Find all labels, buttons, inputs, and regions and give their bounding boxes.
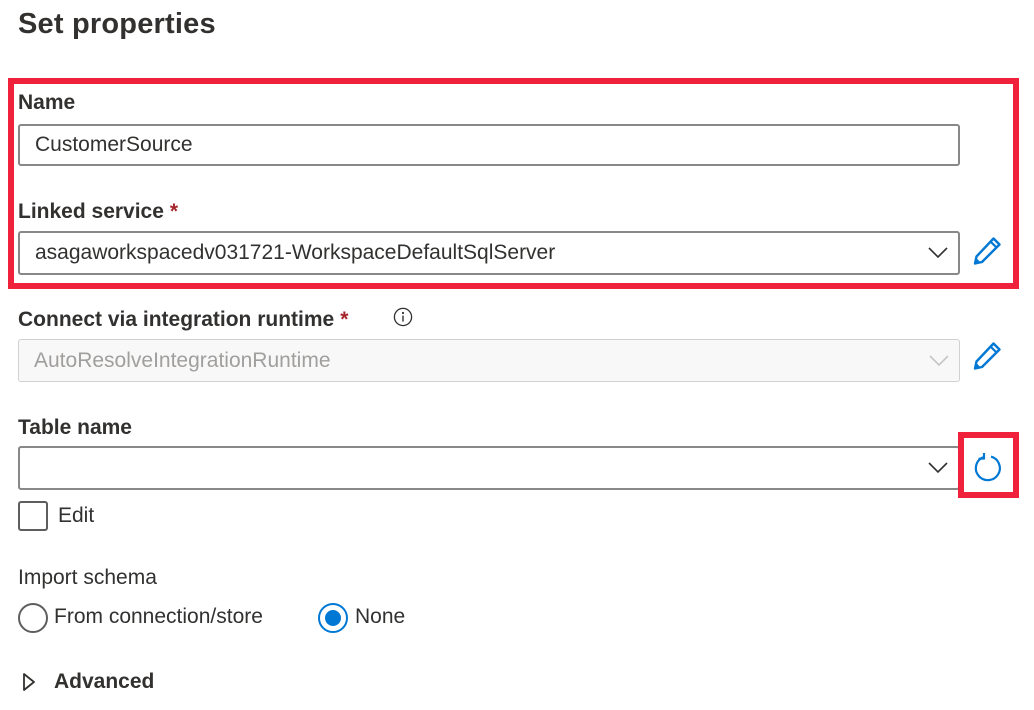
refresh-icon bbox=[974, 453, 1001, 482]
linked-service-label: Linked service * bbox=[18, 200, 178, 224]
required-marker: * bbox=[340, 308, 349, 331]
caret-right-icon bbox=[23, 673, 35, 691]
radio-none[interactable] bbox=[318, 603, 348, 633]
table-name-label: Table name bbox=[18, 416, 132, 440]
linked-service-dropdown[interactable]: asagaworkspacedv031721-WorkspaceDefaultS… bbox=[18, 231, 960, 275]
name-input-value: CustomerSource bbox=[35, 133, 193, 156]
name-label-text: Name bbox=[18, 91, 76, 114]
chevron-down-icon bbox=[918, 233, 958, 273]
required-marker: * bbox=[169, 200, 179, 223]
set-properties-panel: Set properties Name CustomerSource Linke… bbox=[0, 0, 1034, 710]
linked-service-edit-button[interactable] bbox=[969, 233, 1005, 269]
import-schema-label-text: Import schema bbox=[18, 566, 157, 589]
integration-runtime-dropdown[interactable]: AutoResolveIntegrationRuntime bbox=[18, 339, 960, 382]
integration-runtime-edit-button[interactable] bbox=[969, 338, 1005, 374]
edit-checkbox-label: Edit bbox=[58, 504, 95, 527]
pencil-icon bbox=[973, 237, 1001, 265]
name-input[interactable]: CustomerSource bbox=[18, 124, 960, 166]
name-label: Name bbox=[18, 91, 75, 115]
linked-service-label-text: Linked service bbox=[18, 200, 164, 223]
edit-checkbox[interactable] bbox=[18, 501, 48, 531]
advanced-expander[interactable]: Advanced bbox=[22, 670, 154, 694]
linked-service-value: asagaworkspacedv031721-WorkspaceDefaultS… bbox=[35, 241, 556, 264]
page-title: Set properties bbox=[18, 8, 216, 40]
radio-from-connection-store[interactable] bbox=[18, 603, 48, 633]
table-name-refresh-button[interactable] bbox=[970, 450, 1006, 486]
import-schema-label: Import schema bbox=[18, 566, 157, 590]
pencil-icon bbox=[973, 342, 1001, 370]
integration-runtime-value: AutoResolveIntegrationRuntime bbox=[34, 348, 331, 372]
table-name-label-text: Table name bbox=[18, 416, 132, 439]
info-icon[interactable] bbox=[393, 307, 413, 327]
integration-runtime-label: Connect via integration runtime * bbox=[18, 308, 348, 332]
table-name-dropdown[interactable] bbox=[18, 446, 960, 490]
integration-runtime-label-text: Connect via integration runtime bbox=[18, 308, 335, 331]
radio-from-connection-store-label: From connection/store bbox=[54, 605, 263, 628]
advanced-label: Advanced bbox=[54, 670, 155, 693]
radio-none-label: None bbox=[355, 605, 406, 628]
chevron-down-icon bbox=[918, 448, 958, 488]
chevron-down-icon bbox=[919, 340, 959, 381]
